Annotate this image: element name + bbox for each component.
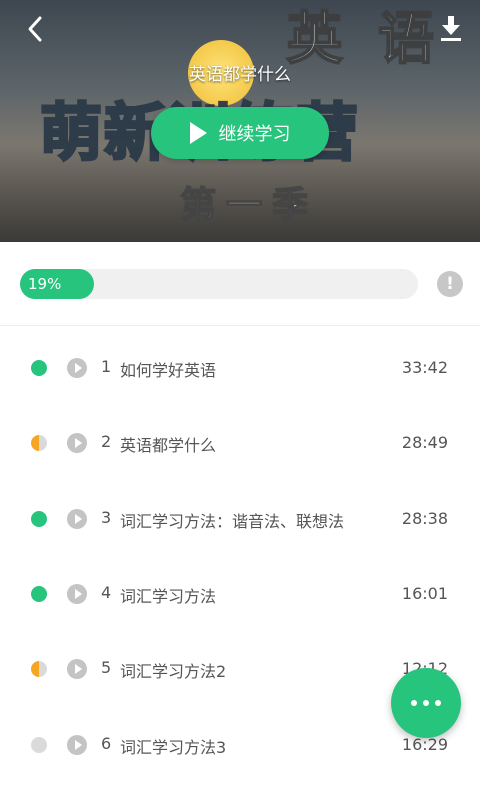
lesson-number: 1 <box>101 357 112 376</box>
progress-section: 19% ! <box>0 242 480 326</box>
progress-percent: 19% <box>28 275 62 293</box>
continue-learning-button[interactable]: 继续学习 <box>151 107 329 159</box>
progress-fill: 19% <box>20 269 94 299</box>
play-icon <box>189 122 207 144</box>
lesson-duration: 16:01 <box>401 584 448 603</box>
lesson-title-header: 英语都学什么 <box>189 65 291 85</box>
lesson-title: 词汇学习方法：谐音法、联想法 <box>120 512 345 531</box>
lesson-row-3[interactable]: 3 词汇学习方法：谐音法、联想法 28:38 <box>0 482 480 557</box>
status-dot <box>31 586 47 602</box>
lesson-title: 英语都学什么 <box>120 436 217 455</box>
status-dot <box>31 511 47 527</box>
progress-bar: 19% <box>20 269 418 299</box>
info-icon[interactable]: ! <box>437 271 463 297</box>
lesson-duration: 28:49 <box>401 433 448 452</box>
lesson-number: 3 <box>101 508 112 527</box>
course-cover: 英 语 萌新训练营 第一季 英语都学什么 继续学习 <box>0 0 480 242</box>
cover-text-season: 第一季 <box>179 184 319 227</box>
lesson-row-1[interactable]: 1 如何学好英语 33:42 <box>0 331 480 406</box>
continue-learning-label: 继续学习 <box>218 124 291 145</box>
chevron-left-icon <box>28 16 42 42</box>
lesson-row-4[interactable]: 4 词汇学习方法 16:01 <box>0 557 480 632</box>
play-icon <box>67 584 87 604</box>
lesson-number: 6 <box>101 734 112 753</box>
back-button[interactable] <box>20 12 54 46</box>
lesson-number: 4 <box>101 583 112 602</box>
lesson-number: 2 <box>101 432 112 451</box>
lesson-duration: 33:42 <box>401 358 448 377</box>
more-dots-icon <box>435 700 441 706</box>
play-icon <box>67 358 87 378</box>
lesson-title: 词汇学习方法2 <box>120 662 227 681</box>
status-dot <box>31 737 47 753</box>
download-button[interactable] <box>434 12 468 46</box>
play-icon <box>67 509 87 529</box>
more-dots-icon <box>423 700 429 706</box>
download-icon <box>441 16 461 41</box>
lesson-number: 5 <box>101 658 112 677</box>
play-icon <box>67 735 87 755</box>
play-icon <box>67 659 87 679</box>
lesson-duration: 28:38 <box>401 509 448 528</box>
status-dot <box>31 435 47 451</box>
status-dot <box>31 360 47 376</box>
lesson-title: 词汇学习方法 <box>120 587 217 606</box>
status-dot <box>31 661 47 677</box>
more-button[interactable] <box>391 668 461 738</box>
lesson-title: 如何学好英语 <box>120 361 217 380</box>
play-icon <box>67 433 87 453</box>
lesson-title: 词汇学习方法3 <box>120 738 227 757</box>
more-dots-icon <box>411 700 417 706</box>
lesson-row-2[interactable]: 2 英语都学什么 28:49 <box>0 406 480 481</box>
